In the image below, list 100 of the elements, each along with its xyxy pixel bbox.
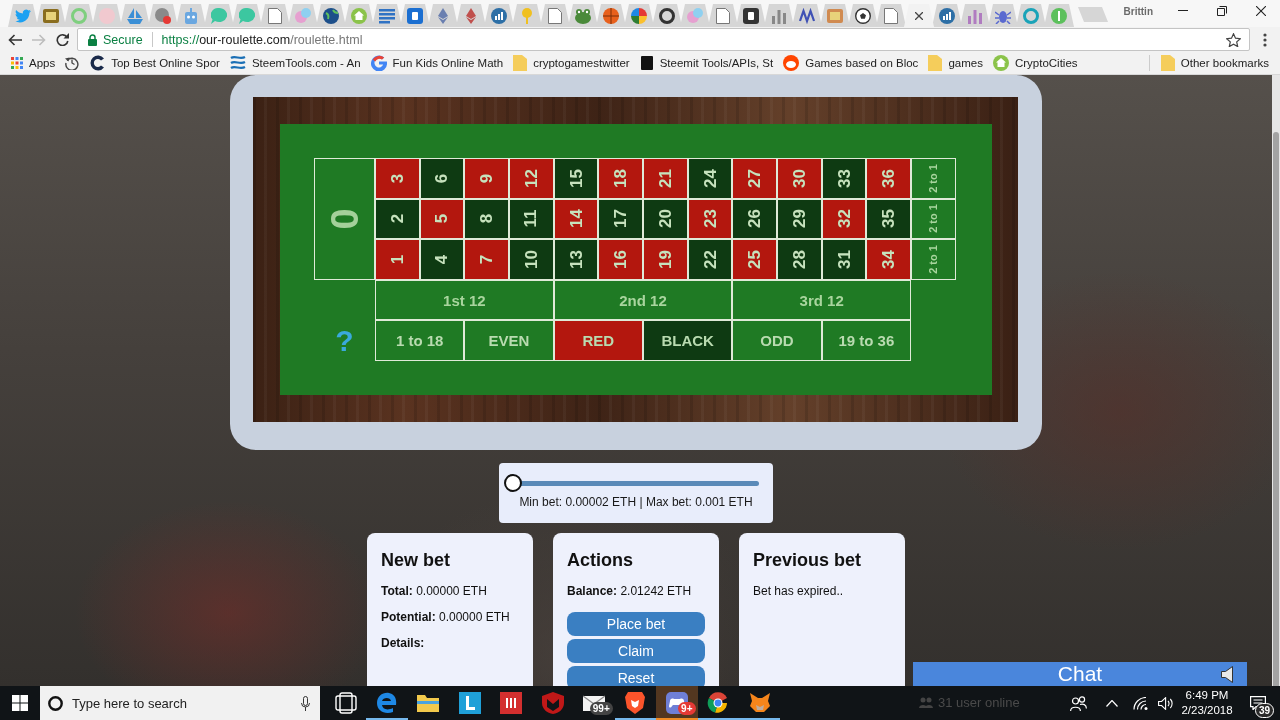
dozen-bet-cell[interactable]: 1st 12	[375, 280, 554, 320]
e-logo-icon	[376, 692, 399, 714]
ball-icon	[603, 7, 619, 24]
number-cell[interactable]: 20	[643, 198, 688, 240]
number-cell[interactable]: 32	[821, 198, 867, 240]
browser-tab[interactable]	[736, 4, 766, 27]
number-cell[interactable]: 15	[553, 158, 599, 199]
microphone-icon[interactable]	[301, 695, 310, 711]
search-field[interactable]: Type here to search	[72, 694, 292, 712]
browser-tab[interactable]	[316, 4, 346, 27]
number-cell[interactable]: 34	[866, 239, 911, 280]
diamond-icon	[463, 7, 479, 24]
number-cell[interactable]: 7	[464, 239, 509, 280]
outside-bet-cell[interactable]: EVEN	[464, 320, 554, 361]
number-cell[interactable]: 11	[509, 198, 554, 240]
browser-tab[interactable]	[904, 4, 934, 27]
bookmark-item[interactable]: Top Best Online Spor	[84, 53, 225, 73]
search-box[interactable]: Type here to search	[40, 686, 320, 720]
bookmark-item[interactable]: Fun Kids Online Math	[365, 53, 509, 73]
outside-bet-cell[interactable]: 19 to 36	[821, 320, 911, 361]
dozen-bet-cell[interactable]: 3rd 12	[732, 280, 911, 320]
number-cell[interactable]: 31	[821, 239, 867, 280]
number-cell[interactable]: 4	[419, 239, 465, 280]
back-icon	[8, 33, 22, 46]
house-icon	[351, 7, 367, 24]
action-button[interactable]: Claim	[567, 639, 705, 663]
number-cell[interactable]: 28	[777, 239, 822, 280]
bookmark-item[interactable]: SteemTools.com - An	[224, 53, 366, 73]
clock[interactable]: 6:49 PM 2/23/2018	[1178, 686, 1236, 720]
number-cell[interactable]: 16	[598, 239, 643, 280]
number-cell[interactable]: 1	[375, 239, 420, 280]
dozen-bet-cell[interactable]: 2nd 12	[553, 280, 733, 320]
number-cell[interactable]: 12	[509, 158, 554, 199]
bookmark-item[interactable]: CryptoCities	[987, 53, 1083, 73]
number-cell[interactable]: 19	[643, 239, 688, 280]
browser-tab[interactable]	[652, 4, 682, 27]
number-cell[interactable]: 3	[375, 158, 420, 199]
tile-icon	[458, 692, 481, 714]
taskbar-app[interactable]: 99+	[573, 686, 615, 720]
number-cell[interactable]: 27	[732, 158, 777, 199]
number-cell[interactable]: 21	[643, 158, 688, 199]
number-cell[interactable]: 5	[419, 198, 465, 240]
slider-thumb[interactable]	[504, 474, 522, 492]
number-cell[interactable]: 14	[553, 198, 599, 240]
number-cell[interactable]: 18	[598, 158, 643, 199]
number-cell[interactable]: 2	[375, 198, 420, 240]
column-bet-cell[interactable]: 2 to 1	[911, 198, 956, 240]
zero-cell[interactable]: 0	[314, 158, 375, 280]
outside-bet-cell[interactable]: 1 to 18	[375, 320, 465, 361]
number-cell[interactable]: 26	[732, 198, 777, 240]
action-button[interactable]: Reset	[567, 666, 705, 686]
speaker-icon[interactable]	[1221, 666, 1234, 683]
taskbar-app[interactable]: 9+	[656, 686, 698, 720]
tile-icon	[743, 7, 759, 24]
bookmark-item[interactable]: cryptogamestwitter	[508, 53, 635, 73]
other-bookmarks[interactable]: Other bookmarks	[1155, 53, 1274, 73]
number-cell[interactable]: 24	[687, 158, 733, 199]
number-cell[interactable]: 10	[509, 239, 554, 280]
profile-name[interactable]: Brittin	[1123, 0, 1153, 17]
number-cell[interactable]: 13	[553, 239, 599, 280]
number-cell[interactable]: 8	[464, 198, 509, 240]
scrollbar-track[interactable]	[1272, 75, 1280, 686]
g-logo-icon	[370, 55, 387, 71]
number-cell[interactable]: 33	[821, 158, 867, 199]
outside-bet-cell[interactable]: RED	[553, 320, 643, 361]
address-bar[interactable]: Secure https://our-roulette.com/roulette.html	[77, 28, 1250, 51]
star-icon[interactable]	[1226, 32, 1241, 47]
volume-icon	[1157, 696, 1173, 710]
chart-icon	[939, 7, 955, 24]
bars-tile-icon	[500, 692, 523, 714]
number-cell[interactable]: 17	[598, 198, 643, 240]
apps-shortcut[interactable]: Apps	[6, 53, 61, 73]
number-cell[interactable]: 29	[777, 198, 822, 240]
scrollbar-thumb[interactable]	[1273, 132, 1279, 686]
number-cell[interactable]: 6	[419, 158, 465, 199]
column-bet-cell[interactable]: 2 to 1	[911, 239, 956, 280]
number-cell[interactable]: 35	[866, 198, 911, 240]
number-cell[interactable]: 9	[464, 158, 509, 199]
bookmark-item[interactable]: games	[923, 53, 988, 73]
number-cell[interactable]: 22	[687, 239, 733, 280]
number-cell[interactable]: 25	[732, 239, 777, 280]
browser-tab[interactable]	[792, 4, 822, 27]
close-icon[interactable]	[915, 11, 923, 20]
number-cell[interactable]: 30	[777, 158, 822, 199]
browser-tab[interactable]	[848, 4, 878, 27]
notifications-button[interactable]: 39	[1236, 686, 1280, 720]
bookmark-item[interactable]: Steemit Tools/APIs, St	[634, 53, 779, 73]
number-cell[interactable]: 23	[687, 198, 733, 240]
count-badge: 99+	[589, 702, 613, 715]
card-title: Actions	[567, 549, 634, 571]
bookmark-item[interactable]: Games based on Bloc	[778, 53, 924, 73]
chat-header[interactable]: Chat	[913, 662, 1247, 686]
outside-bet-cell[interactable]: BLACK	[643, 320, 733, 361]
house-icon	[992, 55, 1009, 71]
number-cell[interactable]: 36	[866, 158, 911, 199]
document-icon	[715, 7, 731, 24]
action-button[interactable]: Place bet	[567, 612, 705, 636]
column-bet-cell[interactable]: 2 to 1	[911, 158, 956, 199]
count-badge: 9+	[678, 702, 696, 715]
outside-bet-cell[interactable]: ODD	[732, 320, 822, 361]
